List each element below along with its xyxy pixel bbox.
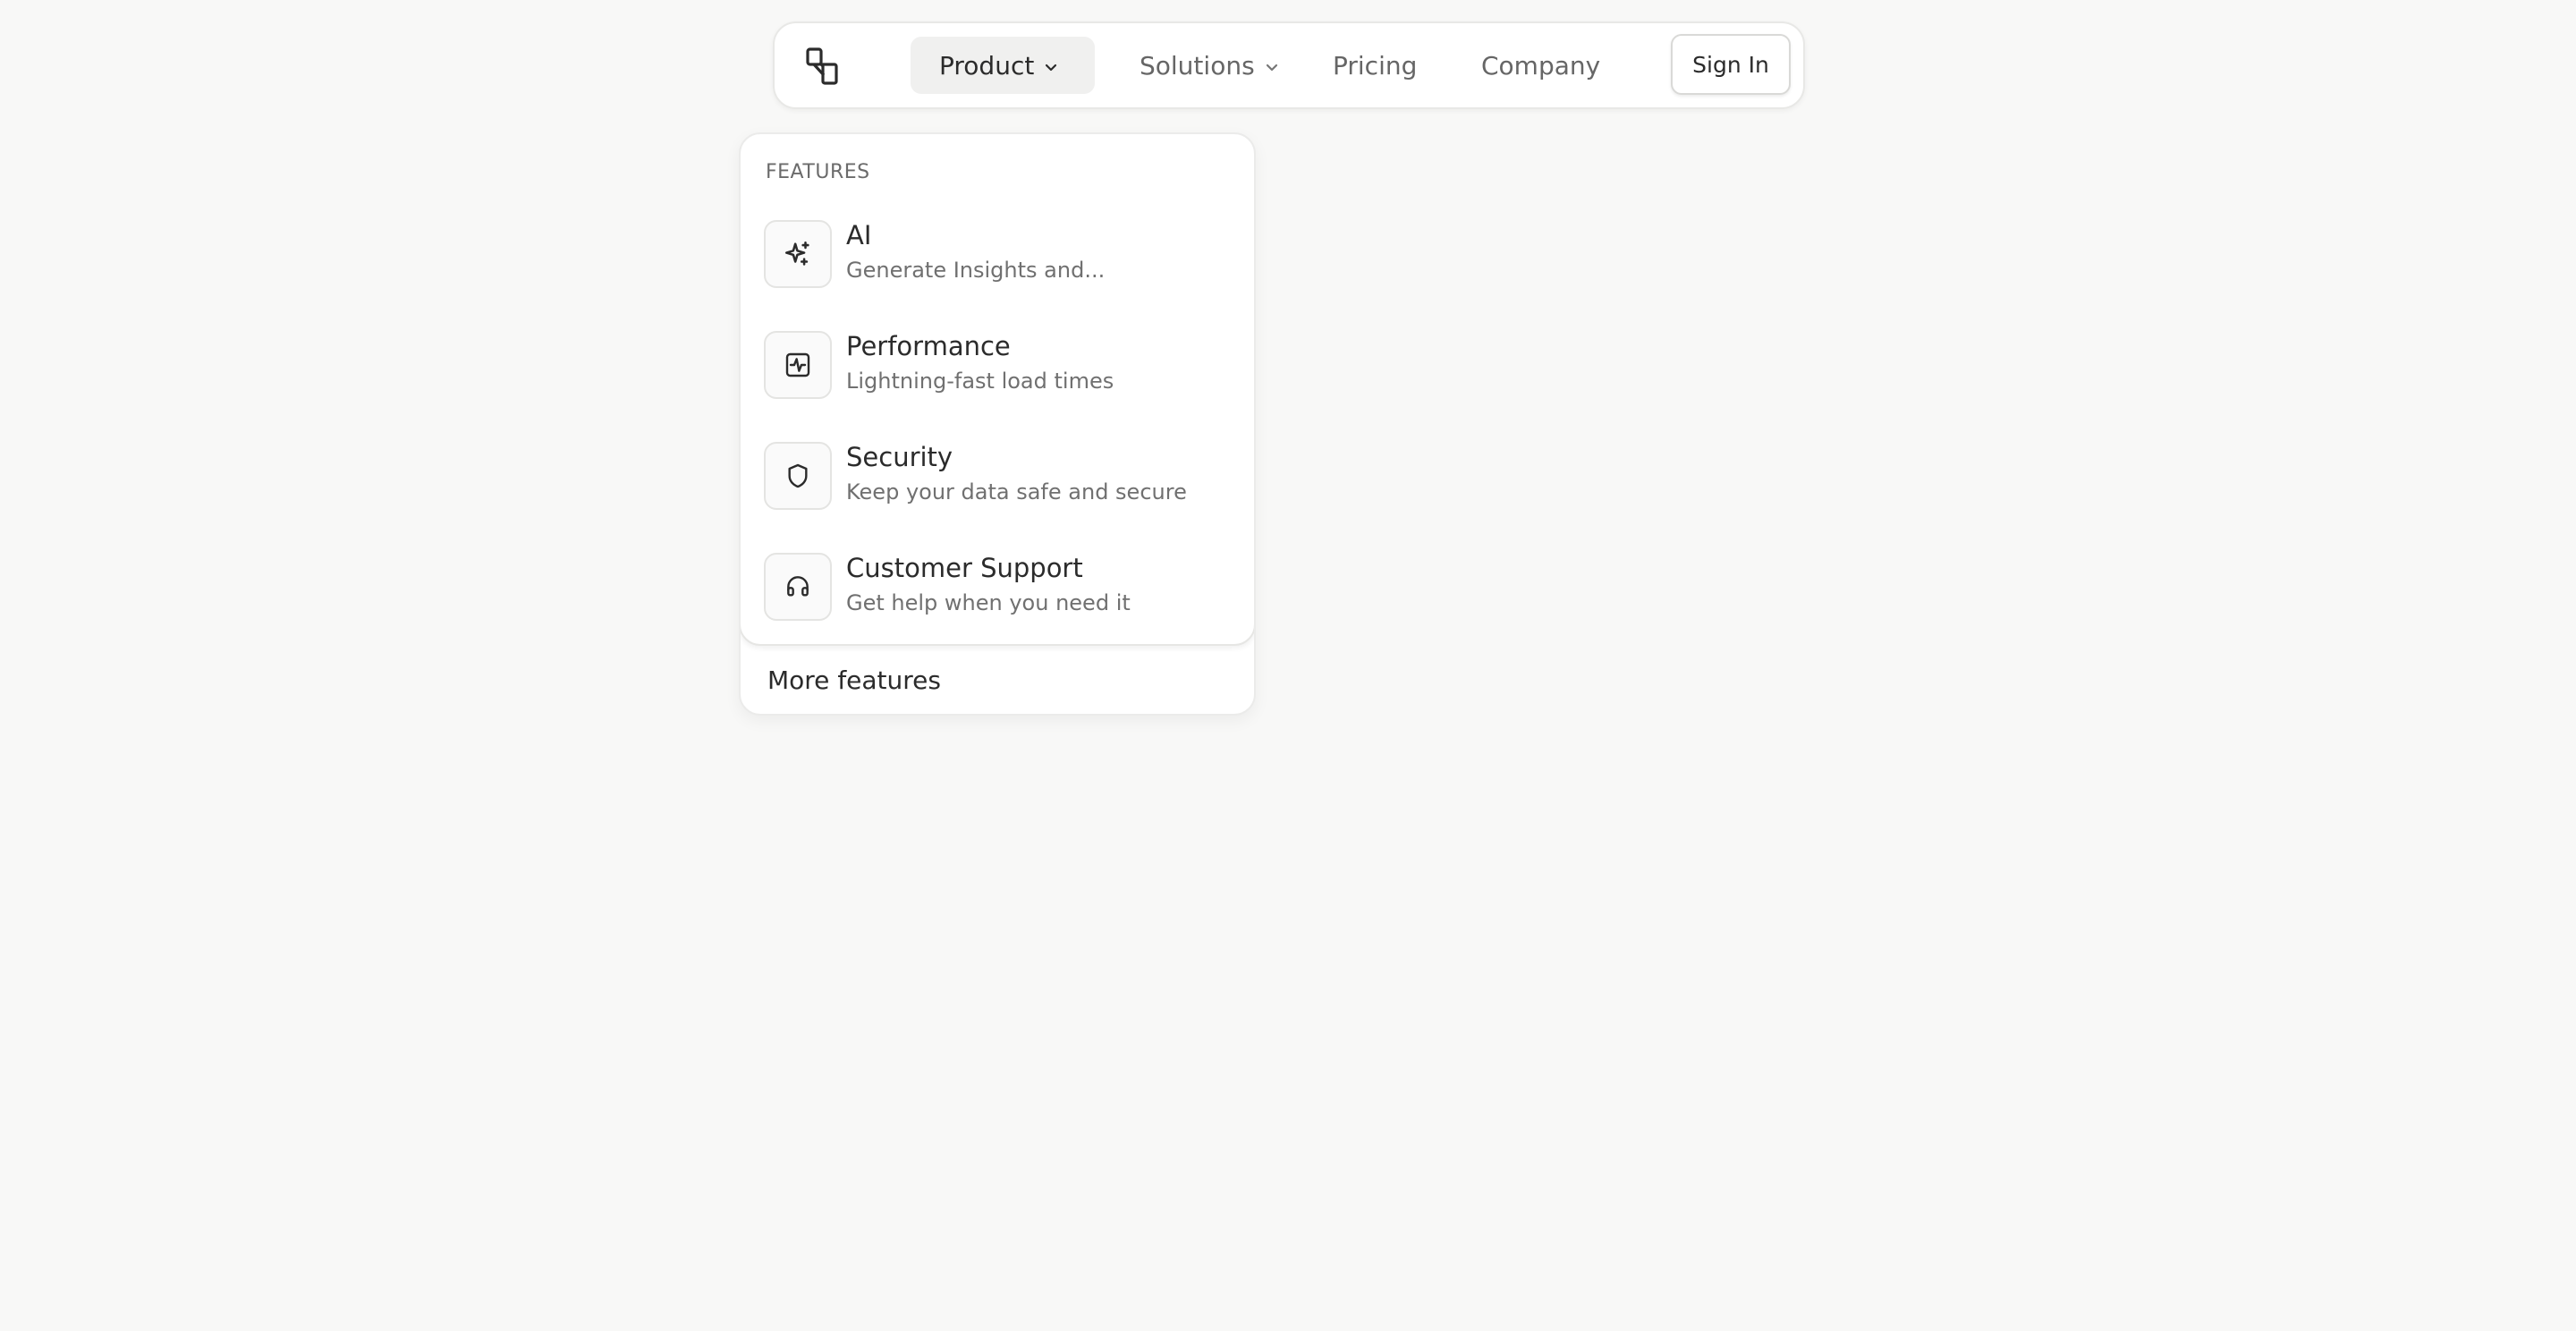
- nav-solutions[interactable]: Solutions: [1127, 37, 1288, 94]
- sparkles-icon: [784, 241, 809, 266]
- feature-title: Performance: [846, 331, 1011, 361]
- chevron-down-icon: [1043, 59, 1059, 75]
- features-section-label: FEATURES: [766, 161, 870, 183]
- feature-item-performance[interactable]: Performance Lightning-fast load times: [764, 329, 1229, 401]
- sign-in-button[interactable]: Sign In: [1671, 34, 1791, 95]
- feature-title: AI: [846, 220, 872, 250]
- activity-square-icon: [785, 352, 810, 377]
- feature-icon-box: [764, 220, 832, 288]
- features-panel: FEATURES AI Generate Insights and... Per…: [741, 134, 1254, 646]
- nav-company-label: Company: [1481, 50, 1601, 81]
- more-features-link[interactable]: More features: [767, 666, 941, 695]
- feature-item-customer-support[interactable]: Customer Support Get help when you need …: [764, 551, 1229, 623]
- feature-description: Generate Insights and...: [846, 258, 1106, 283]
- feature-icon-box: [764, 442, 832, 510]
- logo[interactable]: [801, 45, 844, 88]
- feature-item-security[interactable]: Security Keep your data safe and secure: [764, 440, 1229, 512]
- nav-pricing-label: Pricing: [1333, 50, 1418, 81]
- headphones-icon: [787, 576, 809, 597]
- feature-title: Customer Support: [846, 553, 1083, 583]
- feature-description: Get help when you need it: [846, 590, 1131, 615]
- nav-pricing[interactable]: Pricing: [1315, 37, 1440, 94]
- shield-icon: [788, 463, 808, 488]
- feature-title: Security: [846, 442, 953, 472]
- nav-product-label: Product: [939, 50, 1035, 81]
- product-dropdown: FEATURES AI Generate Insights and... Per…: [739, 132, 1256, 716]
- chevron-down-icon: [1264, 59, 1280, 75]
- feature-description: Lightning-fast load times: [846, 369, 1114, 394]
- logo-icon: [806, 47, 838, 85]
- nav-solutions-label: Solutions: [1140, 50, 1255, 81]
- nav-product[interactable]: Product: [911, 37, 1095, 94]
- top-navbar: Product Solutions Pricing Company Sign I…: [773, 21, 1805, 109]
- nav-company[interactable]: Company: [1463, 37, 1615, 94]
- feature-description: Keep your data safe and secure: [846, 479, 1187, 504]
- feature-item-ai[interactable]: AI Generate Insights and...: [764, 218, 1229, 290]
- feature-icon-box: [764, 553, 832, 621]
- feature-icon-box: [764, 331, 832, 399]
